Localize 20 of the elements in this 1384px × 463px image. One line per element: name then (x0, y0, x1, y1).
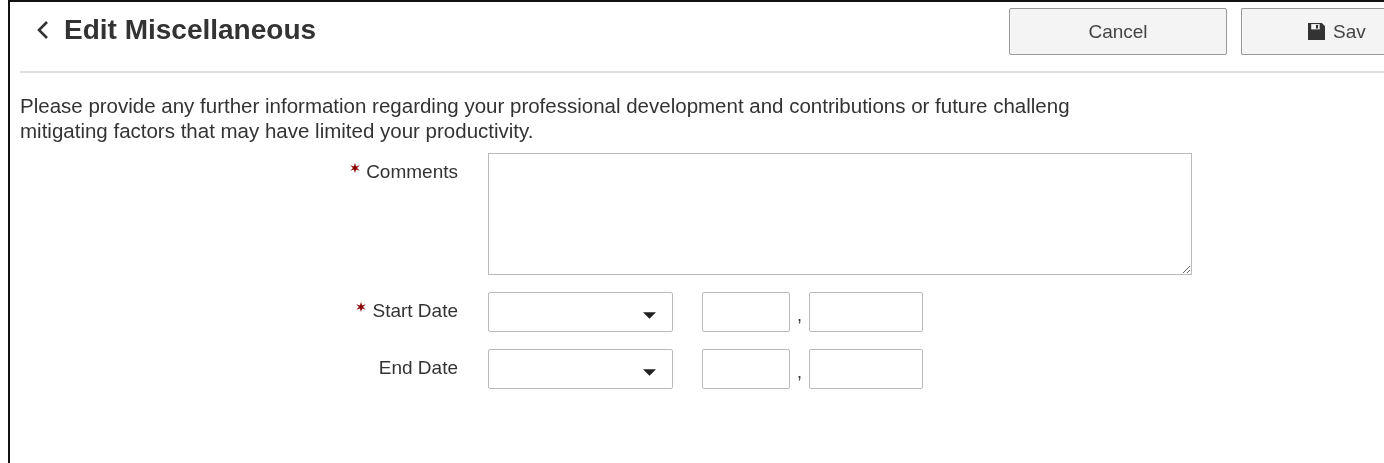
caret-icon (643, 311, 656, 319)
field-label: End Date (378, 357, 458, 379)
year-field[interactable] (809, 349, 923, 389)
month-dropdown[interactable] (488, 292, 673, 332)
comments-field[interactable] (488, 153, 1192, 275)
day-field[interactable] (702, 292, 790, 332)
caret-icon (643, 368, 656, 376)
separator-text: , (797, 304, 802, 326)
month-dropdown[interactable] (488, 349, 673, 389)
save-button[interactable]: Sav (1241, 8, 1384, 55)
field-label: Comments (366, 161, 458, 183)
chevron-left-icon (36, 20, 50, 40)
back-button[interactable] (36, 20, 50, 40)
field-label: Start Date (372, 300, 458, 322)
year-field[interactable] (809, 292, 923, 332)
instructions-text: Please provide any further information regarding your professional development and contributions or future challeng mitigating factors that may have limited your productivity. (20, 93, 1071, 143)
page-title: Edit Miscellaneous (64, 14, 317, 46)
separator-text: , (797, 361, 802, 383)
cancel-button[interactable]: Cancel (1009, 8, 1227, 55)
day-field[interactable] (702, 349, 790, 389)
